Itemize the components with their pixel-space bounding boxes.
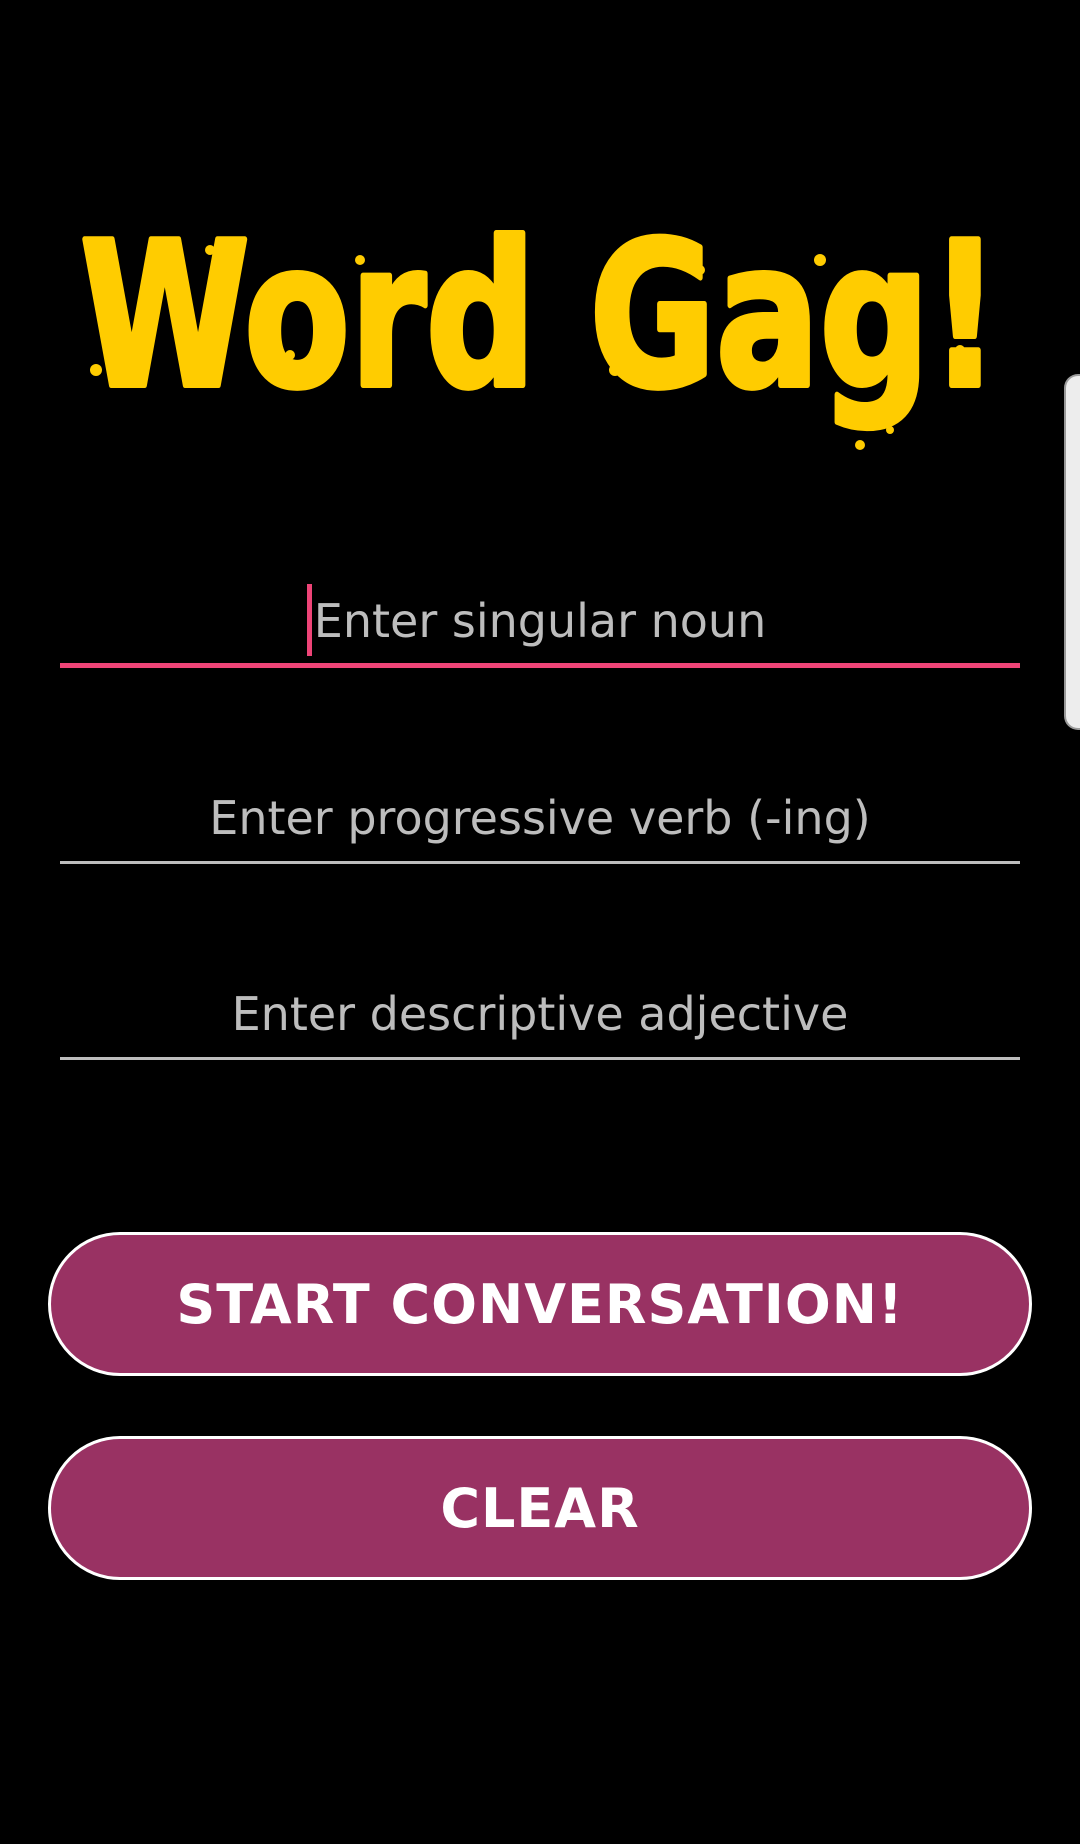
text-cursor xyxy=(307,584,312,656)
start-conversation-button[interactable]: START CONVERSATION! xyxy=(48,1232,1032,1376)
descriptive-adjective-field[interactable] xyxy=(60,970,1020,1060)
app-title: Word Gag! xyxy=(80,200,1000,433)
singular-noun-field[interactable] xyxy=(60,578,1020,668)
progressive-verb-field[interactable] xyxy=(60,774,1020,864)
descriptive-adjective-input[interactable] xyxy=(60,970,1020,1057)
clear-button[interactable]: CLEAR xyxy=(48,1436,1032,1580)
app-logo: Word Gag! xyxy=(60,200,1020,470)
edge-panel-handle[interactable] xyxy=(1064,374,1080,730)
singular-noun-input[interactable] xyxy=(60,578,1020,663)
progressive-verb-input[interactable] xyxy=(60,774,1020,861)
